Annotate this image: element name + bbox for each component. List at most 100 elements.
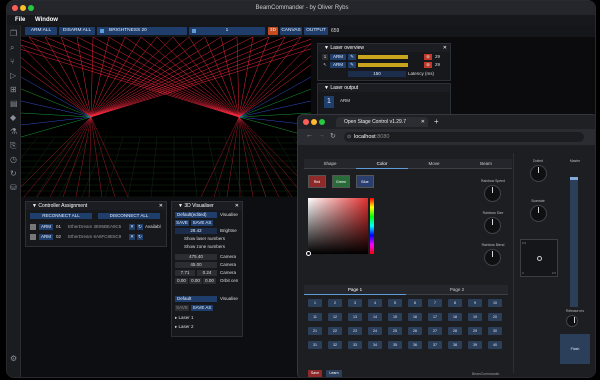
master-fader-handle[interactable]: [570, 177, 578, 180]
grid-button-22[interactable]: 22: [328, 327, 342, 335]
laser-1-edit-icon[interactable]: ✎: [348, 54, 356, 60]
grid-button-39[interactable]: 39: [468, 341, 482, 349]
visualiser-preset-select[interactable]: Default(edited): [175, 212, 217, 218]
visualiser-save-button[interactable]: SAVE: [175, 220, 189, 226]
grid-button-33[interactable]: 33: [348, 341, 362, 349]
grid-button-6[interactable]: 6: [408, 299, 422, 307]
file-icon[interactable]: ▤: [10, 100, 18, 108]
visualiser-save-as-button-2[interactable]: SAVE AS: [191, 305, 213, 311]
xy-pad-handle[interactable]: [537, 256, 542, 261]
output-button[interactable]: OUTPUT: [304, 27, 328, 35]
grid-button-9[interactable]: 9: [468, 299, 482, 307]
grid-button-40[interactable]: 40: [488, 341, 502, 349]
menu-file[interactable]: File: [15, 17, 25, 23]
hue-slider[interactable]: [370, 198, 374, 254]
grid-button-12[interactable]: 12: [328, 313, 342, 321]
color-picker-area[interactable]: [306, 198, 368, 256]
search-icon[interactable]: ⌕: [10, 44, 18, 52]
laser-2-stop-icon[interactable]: ⊗: [424, 62, 432, 68]
swatch-blue-button[interactable]: Blue: [356, 175, 374, 188]
brightness-input[interactable]: 28.42: [175, 228, 217, 234]
grid-button-3[interactable]: 3: [348, 299, 362, 307]
new-tab-icon[interactable]: +: [434, 117, 439, 126]
rainbow-speed-knob[interactable]: [484, 185, 501, 202]
grid-button-11[interactable]: 11: [308, 313, 322, 321]
browser-zoom-button[interactable]: [319, 119, 325, 125]
visualiser-save-as-button[interactable]: SAVE AS: [191, 220, 213, 226]
controller-2-arm-button[interactable]: ARM: [39, 234, 53, 240]
reload-icon[interactable]: ↻: [330, 132, 336, 140]
orbit-z-input[interactable]: 0.00: [203, 278, 216, 284]
grid-button-10[interactable]: 10: [488, 299, 502, 307]
laser-output-arm-label[interactable]: ARM: [340, 98, 350, 104]
visualiser-preset-select-2[interactable]: Default: [175, 296, 217, 302]
camera-distance-input[interactable]: 475.40: [175, 254, 217, 260]
swatch-green-button[interactable]: Green: [332, 175, 350, 188]
master-fader[interactable]: [570, 177, 578, 307]
forward-icon[interactable]: →: [318, 132, 325, 139]
grid-button-38[interactable]: 38: [448, 341, 462, 349]
grid-button-21[interactable]: 21: [308, 327, 322, 335]
value-slider-handle[interactable]: [192, 29, 196, 33]
grid-button-29[interactable]: 29: [468, 327, 482, 335]
grid-button-35[interactable]: 35: [388, 341, 402, 349]
grid-button-2[interactable]: 2: [328, 299, 342, 307]
grid-button-4[interactable]: 4: [368, 299, 382, 307]
canvas-button[interactable]: CANVAS: [280, 27, 302, 35]
grid-button-20[interactable]: 20: [488, 313, 502, 321]
swatch-red-button[interactable]: Red: [308, 175, 326, 188]
reconnect-all-button[interactable]: RECONNECT ALL: [30, 213, 92, 219]
close-window-button[interactable]: [12, 5, 18, 11]
xy-pad[interactable]: 0.5 0 0.5: [520, 239, 558, 277]
arm-all-button[interactable]: ARM ALL: [25, 27, 57, 35]
remote-icon[interactable]: ⎘: [10, 142, 18, 150]
controller-1-arm-button[interactable]: ARM: [39, 224, 53, 230]
grid-button-14[interactable]: 14: [368, 313, 382, 321]
color-picker-handle[interactable]: [306, 251, 311, 256]
browser-tab[interactable]: Open Stage Control v1.29.7 ✕: [336, 117, 428, 127]
flash-button[interactable]: Flash: [560, 334, 590, 364]
orbit-x-input[interactable]: 0.00: [175, 278, 188, 284]
scanrate-knob[interactable]: [530, 205, 547, 222]
grid-button-30[interactable]: 30: [488, 327, 502, 335]
camera-angle-b-input[interactable]: 0.24: [197, 270, 217, 276]
controller-2-unlink-icon[interactable]: ✕: [129, 234, 135, 240]
history-icon[interactable]: ↻: [10, 170, 18, 178]
test-icon[interactable]: ⚗: [10, 128, 18, 136]
grid-button-26[interactable]: 26: [408, 327, 422, 335]
grid-button-34[interactable]: 34: [368, 341, 382, 349]
clock-icon[interactable]: ◷: [10, 156, 18, 164]
grid-button-24[interactable]: 24: [368, 327, 382, 335]
back-icon[interactable]: ←: [306, 132, 313, 139]
grid-button-18[interactable]: 18: [448, 313, 462, 321]
grid-button-36[interactable]: 36: [408, 341, 422, 349]
source-control-icon[interactable]: ⑂: [10, 58, 18, 66]
orbit-y-input[interactable]: 0.00: [189, 278, 202, 284]
grid-button-28[interactable]: 28: [448, 327, 462, 335]
grid-button-37[interactable]: 37: [428, 341, 442, 349]
grid-button-25[interactable]: 25: [388, 327, 402, 335]
rainbow-size-knob[interactable]: [484, 217, 501, 234]
controller-1-refresh-icon[interactable]: ↻: [137, 224, 143, 230]
browser-close-button[interactable]: [303, 119, 309, 125]
close-icon[interactable]: ✕: [443, 44, 447, 52]
disconnect-all-button[interactable]: DISCONNECT ALL: [98, 213, 160, 219]
database-icon[interactable]: ⛁: [10, 184, 18, 192]
settings-icon[interactable]: ⚙: [10, 355, 18, 363]
release-ms-knob[interactable]: [566, 315, 578, 327]
brightness-slider[interactable]: BRIGHTNESS 20: [97, 27, 187, 35]
extensions-icon[interactable]: ⊞: [10, 86, 18, 94]
close-icon[interactable]: ✕: [235, 202, 239, 210]
camera-fov-input[interactable]: 45.00: [175, 262, 217, 268]
close-icon[interactable]: ✕: [159, 202, 163, 210]
dotted-knob[interactable]: [530, 165, 547, 182]
laser-3d-canvas[interactable]: [7, 36, 359, 204]
grid-button-23[interactable]: 23: [348, 327, 362, 335]
zoom-window-button[interactable]: [28, 5, 34, 11]
laser-1-arm-button[interactable]: ARM: [330, 54, 346, 60]
close-tab-icon[interactable]: ✕: [421, 117, 425, 127]
python-icon[interactable]: ◆: [10, 114, 18, 122]
laser-2-arm-button[interactable]: ARM: [330, 62, 346, 68]
address-bar[interactable]: ⊙ localhost:8080: [344, 132, 584, 142]
grid-button-32[interactable]: 32: [328, 341, 342, 349]
